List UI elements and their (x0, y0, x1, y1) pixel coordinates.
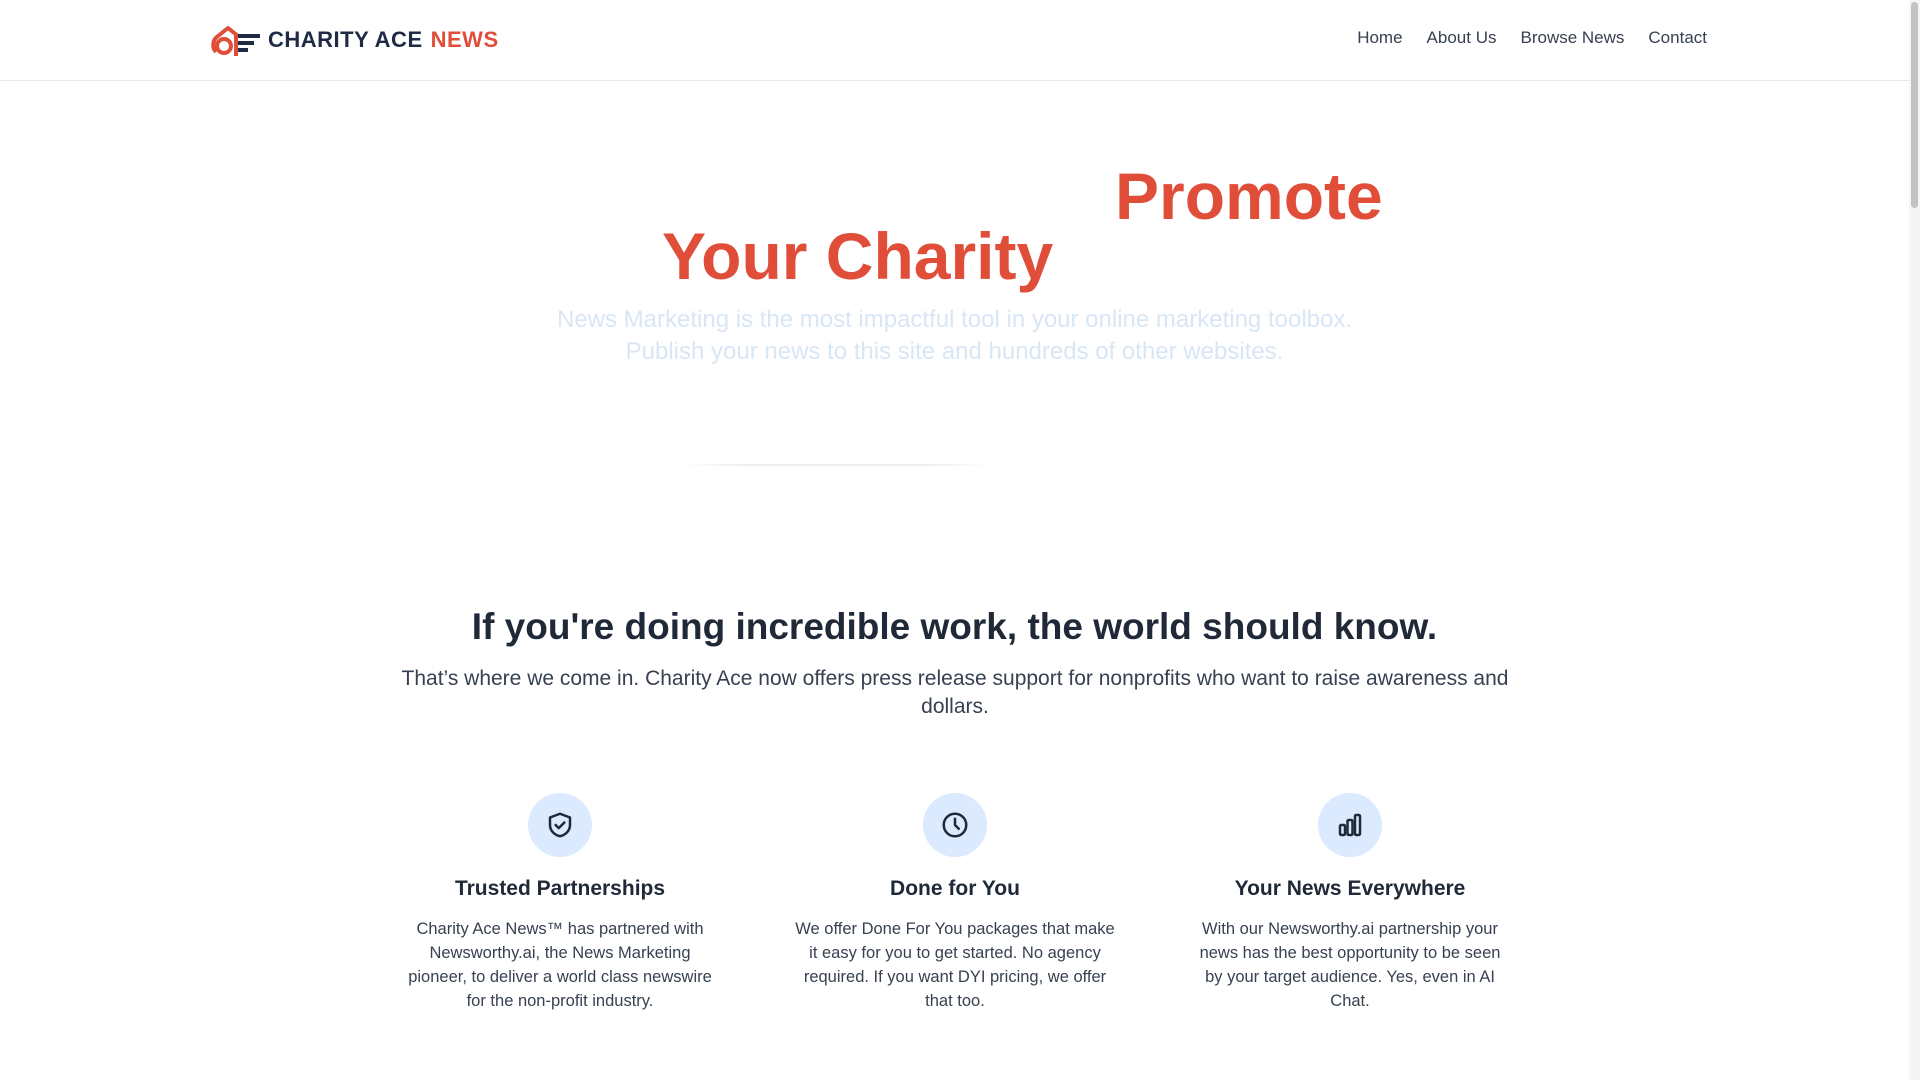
clock-icon (923, 793, 987, 857)
feature-done-for-you: Done for You We offer Done For You packa… (795, 793, 1115, 1013)
scrollbar[interactable] (1909, 0, 1920, 1080)
bar-chart-icon (1318, 793, 1382, 857)
section-title: If you're doing incredible work, the wor… (471, 606, 1438, 647)
site-header: CHARITY ACE NEWS Home About Us Browse New… (0, 0, 1909, 81)
nav-about-us[interactable]: About Us (1427, 28, 1497, 48)
feature-title: Trusted Partnerships (454, 877, 666, 900)
nav-browse-news[interactable]: Browse News (1520, 28, 1624, 48)
section-subtitle: That’s where we come in. Charity Ace now… (401, 667, 1509, 718)
feature-text: With our Newsworthy.ai partnership your … (1199, 920, 1501, 1010)
feature-title: Done for You (890, 877, 1020, 900)
charity-ace-logo-icon (211, 26, 260, 56)
logo-link[interactable]: CHARITY ACE NEWS (210, 22, 499, 58)
logo-brand-name: CHARITY ACE (268, 27, 423, 52)
shield-check-icon (528, 793, 592, 857)
nav-contact[interactable]: Contact (1648, 28, 1707, 48)
main-nav: Home About Us Browse News Contact (1357, 28, 1707, 48)
hero-subtitle-line-2: Publish your news to this site and hundr… (625, 338, 1284, 365)
hero-title-line-2: Your Charity (662, 219, 1054, 293)
logo-brand-accent: NEWS (430, 27, 499, 52)
feature-text: We offer Done For You packages that make… (795, 920, 1115, 1010)
feature-your-news-everywhere: Your News Everywhere With our Newsworthy… (1190, 793, 1510, 1013)
feature-title: Your News Everywhere (1234, 877, 1466, 900)
hero-title-line-1: Promote (1115, 159, 1383, 233)
hero-subtitle: News Marketing is the most impactful too… (0, 304, 1909, 368)
feature-text: Charity Ace News™ has partnered with New… (408, 920, 712, 1010)
nav-home[interactable]: Home (1357, 28, 1402, 48)
hero-subtitle-line-1: News Marketing is the most impactful too… (556, 306, 1353, 333)
hero-divider (680, 464, 990, 466)
feature-trusted-partnerships: Trusted Partnerships Charity Ace News™ h… (400, 793, 720, 1013)
logo-text: CHARITY ACE NEWS (268, 27, 499, 53)
scrollbar-thumb[interactable] (1911, 2, 1918, 208)
